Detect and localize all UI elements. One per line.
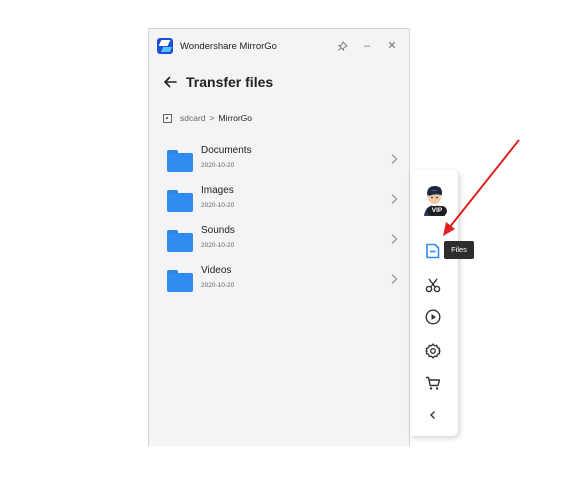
page-title: Transfer files [186,74,274,90]
folder-date: 2020-10-20 [201,282,235,289]
files-tooltip: Files [444,241,474,259]
folder-icon [167,150,193,172]
cart-button[interactable] [424,374,442,392]
page-header: Transfer files [149,63,409,93]
pin-button[interactable] [333,40,351,52]
folder-videos[interactable]: Videos 2020-10-20 [149,261,409,301]
folder-sounds[interactable]: Sounds 2020-10-20 [149,221,409,261]
chevron-right-icon [391,234,398,244]
folder-documents[interactable]: Documents 2020-10-20 [149,141,409,181]
files-button[interactable] [424,242,442,260]
vip-badge: VIP [427,206,447,216]
settings-button[interactable] [424,342,442,360]
folder-list: Documents 2020-10-20 Images 2020-10-20 S… [149,141,409,301]
folder-images[interactable]: Images 2020-10-20 [149,181,409,221]
files-icon [426,243,440,259]
chevron-right-icon [391,194,398,204]
app-logo [157,38,173,54]
scissors-icon [425,278,441,293]
play-icon [425,309,441,325]
chevron-left-icon [430,411,435,419]
back-arrow-icon[interactable] [163,75,177,89]
folder-name: Sounds [201,225,235,236]
chevron-right-icon [391,274,398,284]
sdcard-icon [163,113,172,123]
cart-icon [426,376,441,390]
collapse-button[interactable] [424,406,442,424]
folder-name: Videos [201,265,232,276]
folder-icon [167,190,193,212]
folder-date: 2020-10-20 [201,242,235,249]
folder-date: 2020-10-20 [201,162,235,169]
play-button[interactable] [424,308,442,326]
app-window: Wondershare MirrorGo – ✕ Transfer files … [148,28,410,446]
breadcrumb-current: MirrorGo [218,113,253,123]
folder-icon [167,230,193,252]
chevron-right-icon [391,154,398,164]
folder-date: 2020-10-20 [201,202,235,209]
breadcrumb-separator: > [209,113,215,123]
breadcrumb: sdcard > MirrorGo [149,111,409,125]
side-toolbar: VIP [410,170,458,436]
app-title: Wondershare MirrorGo [180,40,277,52]
folder-name: Images [201,185,234,196]
close-button[interactable]: ✕ [383,38,401,54]
cut-button[interactable] [424,276,442,294]
title-bar: Wondershare MirrorGo – ✕ [149,29,409,63]
breadcrumb-root[interactable]: sdcard [180,113,206,123]
settings-icon [425,343,441,359]
pin-icon [337,40,348,51]
minimize-button[interactable]: – [358,38,376,54]
folder-icon [167,270,193,292]
folder-name: Documents [201,145,252,156]
